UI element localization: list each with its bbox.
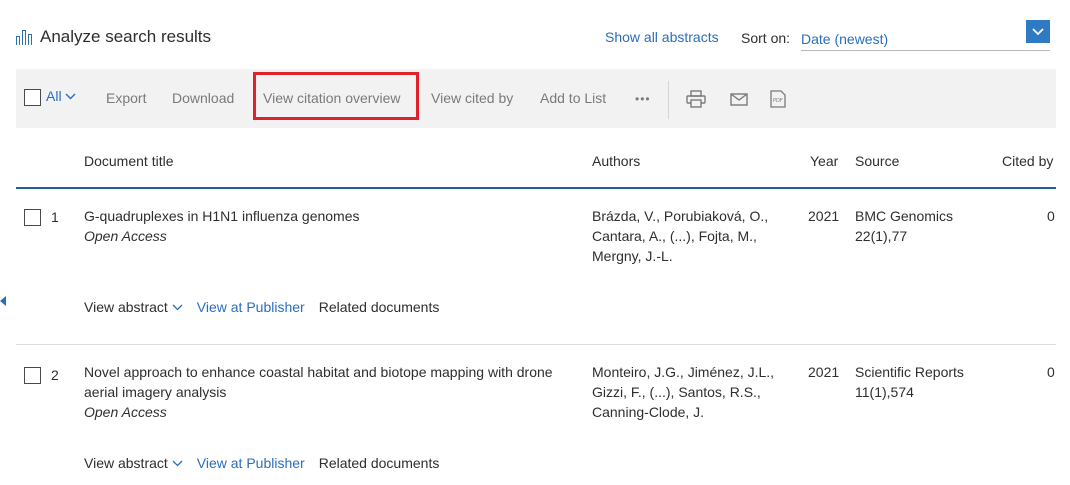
results-toolbar: All Export Download View citation overvi… (16, 69, 1056, 128)
row-2-title-cell: Novel approach to enhance coastal habita… (84, 362, 554, 422)
row-1-view-at-publisher-link[interactable]: View at Publisher (197, 299, 305, 315)
column-header-cited-by[interactable]: Cited by (1002, 153, 1053, 169)
select-all-checkbox[interactable] (24, 89, 41, 106)
analyze-chart-icon[interactable] (16, 29, 32, 45)
row-1-source-name[interactable]: BMC Genomics (855, 206, 953, 226)
print-icon[interactable] (686, 89, 706, 109)
collapse-panel-arrow-icon[interactable] (0, 296, 6, 306)
row-2-actions: View abstract View at Publisher Related … (84, 455, 439, 471)
column-header-title[interactable]: Document title (84, 153, 173, 169)
row-2-source-name[interactable]: Scientific Reports (855, 362, 964, 382)
add-to-list-button[interactable]: Add to List (540, 90, 606, 106)
row-1-related-documents-link[interactable]: Related documents (319, 299, 440, 315)
row-1-number: 1 (51, 209, 59, 225)
more-options-button[interactable]: ••• (635, 92, 651, 106)
row-1-view-abstract-button[interactable]: View abstract (84, 299, 183, 315)
row-2-checkbox[interactable] (24, 367, 41, 384)
column-header-source[interactable]: Source (855, 153, 899, 169)
row-2-year: 2021 (808, 364, 840, 380)
chevron-down-icon (172, 460, 183, 466)
row-1-title-link[interactable]: G-quadruplexes in H1N1 influenza genomes (84, 208, 360, 224)
pdf-icon[interactable]: PDF (768, 89, 788, 109)
highlight-box (253, 72, 419, 120)
sort-selected-value[interactable]: Date (newest) (801, 31, 888, 47)
chevron-down-icon (172, 304, 183, 310)
sort-label: Sort on: (741, 30, 791, 46)
download-button[interactable]: Download (172, 90, 234, 106)
row-1-cited-by[interactable]: 0 (1047, 206, 1055, 226)
toolbar-divider (668, 81, 669, 119)
row-2-view-abstract-label[interactable]: View abstract (84, 455, 168, 471)
row-1-checkbox[interactable] (24, 209, 41, 226)
page-title: Analyze search results (16, 27, 211, 47)
sort-select[interactable]: Date (newest) (801, 20, 1050, 51)
row-2-related-documents-link[interactable]: Related documents (319, 455, 440, 471)
row-1-year: 2021 (808, 208, 840, 224)
row-1-source-detail: 22(1),77 (855, 228, 908, 244)
page-title-text[interactable]: Analyze search results (40, 27, 211, 47)
show-all-abstracts-link[interactable]: Show all abstracts (605, 29, 719, 45)
column-header-year[interactable]: Year (810, 153, 838, 169)
row-2-source: Scientific Reports 11(1),574 (855, 362, 964, 402)
row-divider (16, 344, 1056, 345)
select-all-dropdown[interactable]: All (46, 88, 76, 104)
row-2-view-at-publisher-link[interactable]: View at Publisher (197, 455, 305, 471)
chevron-down-icon[interactable] (1026, 20, 1050, 43)
row-1-source: BMC Genomics 22(1),77 (855, 206, 953, 246)
row-1-view-abstract-label[interactable]: View abstract (84, 299, 168, 315)
row-1-authors[interactable]: Brázda, V., Porubiaková, O., Cantara, A.… (592, 206, 792, 266)
header-rule (16, 187, 1056, 189)
column-header-authors[interactable]: Authors (592, 153, 640, 169)
email-icon[interactable] (729, 89, 749, 109)
row-1-open-access: Open Access (84, 228, 167, 244)
row-2-cited-by[interactable]: 0 (1047, 362, 1055, 382)
row-2-view-abstract-button[interactable]: View abstract (84, 455, 183, 471)
row-1-title-cell: G-quadruplexes in H1N1 influenza genomes… (84, 206, 574, 246)
row-2-number: 2 (51, 367, 59, 383)
svg-text:PDF: PDF (773, 98, 783, 104)
export-button[interactable]: Export (106, 90, 146, 106)
row-2-source-detail: 11(1),574 (855, 384, 914, 400)
select-all-label[interactable]: All (46, 88, 62, 104)
chevron-down-icon[interactable] (65, 93, 76, 100)
view-cited-by-button[interactable]: View cited by (431, 90, 513, 106)
row-2-title-link[interactable]: Novel approach to enhance coastal habita… (84, 364, 553, 400)
row-2-authors[interactable]: Monteiro, J.G., Jiménez, J.L., Gizzi, F.… (592, 362, 792, 422)
row-1-actions: View abstract View at Publisher Related … (84, 299, 439, 315)
row-2-open-access: Open Access (84, 404, 167, 420)
